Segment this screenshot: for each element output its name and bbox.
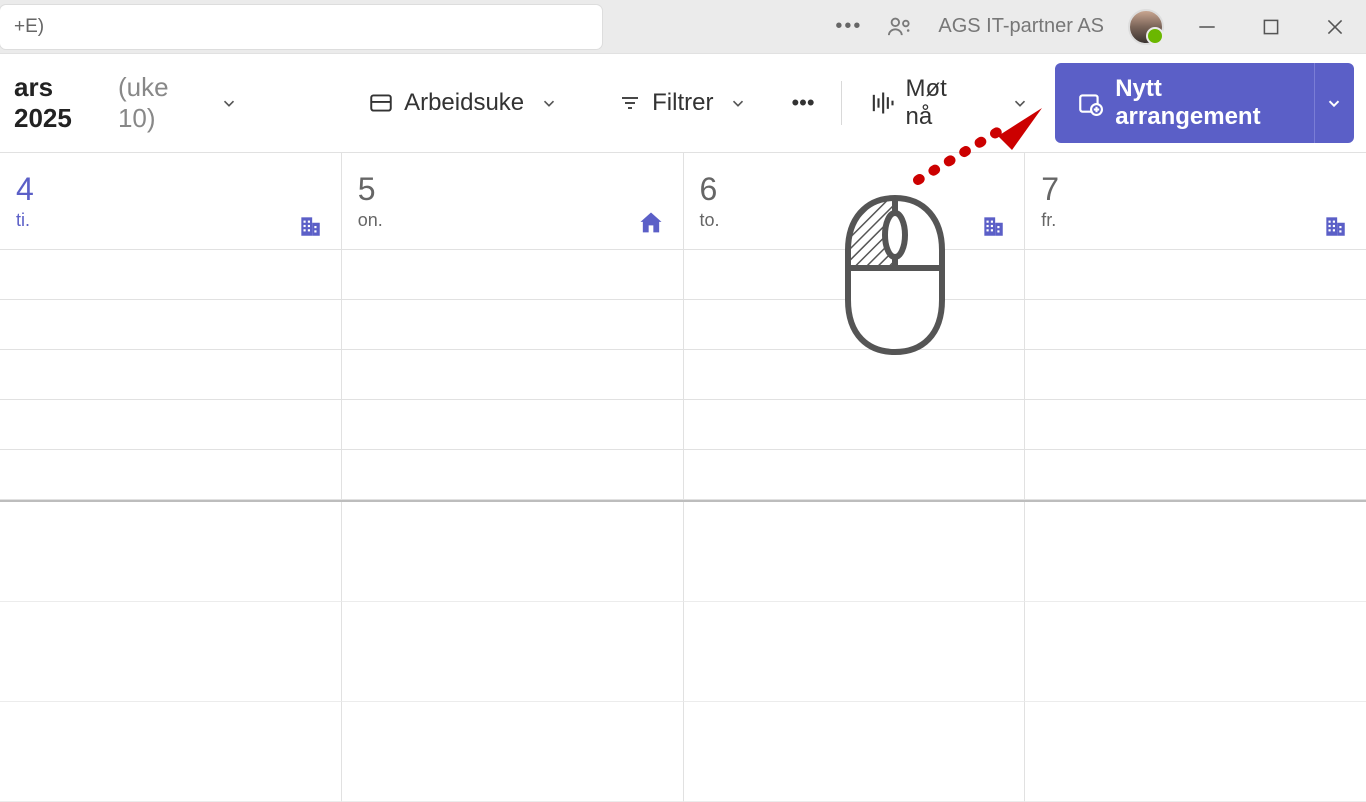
calendar-cell[interactable] xyxy=(1024,250,1366,300)
home-icon[interactable] xyxy=(637,209,665,237)
calendar-cell[interactable] xyxy=(341,300,683,350)
calendar-cell[interactable] xyxy=(0,300,341,350)
meet-now-icon xyxy=(868,89,896,117)
calendar-cell[interactable] xyxy=(683,400,1025,450)
all-day-section xyxy=(0,250,1366,500)
search-input[interactable]: +E) xyxy=(0,5,602,49)
calendar-cell[interactable] xyxy=(0,350,341,400)
day-header[interactable]: 5 on. xyxy=(341,153,683,249)
day-number: 7 xyxy=(1041,171,1350,208)
calendar-cell[interactable] xyxy=(0,400,341,450)
toolbar-divider xyxy=(841,81,842,125)
calendar-body xyxy=(0,250,1366,802)
hour-section xyxy=(0,502,1366,802)
filter-button[interactable]: Filtrer xyxy=(608,83,757,123)
calendar-cell[interactable] xyxy=(683,350,1025,400)
chevron-down-icon xyxy=(534,94,558,112)
new-event-button[interactable]: Nytt arrangement xyxy=(1055,63,1314,143)
calendar-cell[interactable] xyxy=(0,250,341,300)
window-maximize-button[interactable] xyxy=(1260,16,1286,38)
month-picker[interactable]: ars 2025 (uke 10) xyxy=(4,66,248,140)
view-label: Arbeidsuke xyxy=(404,89,524,117)
calendar-cell[interactable] xyxy=(341,400,683,450)
calendar-cell[interactable] xyxy=(0,502,341,602)
week-label: (uke 10) xyxy=(118,72,204,134)
new-event-label: Nytt arrangement xyxy=(1115,75,1292,131)
day-name: to. xyxy=(700,210,1009,231)
window-close-button[interactable] xyxy=(1324,16,1350,38)
calendar-cell[interactable] xyxy=(1024,502,1366,602)
calendar-cell[interactable] xyxy=(341,702,683,802)
meet-now-button[interactable]: Møt nå xyxy=(858,69,982,137)
day-number: 4 xyxy=(16,171,325,208)
day-header[interactable]: 7 fr. xyxy=(1024,153,1366,249)
more-options-button[interactable]: ••• xyxy=(781,84,824,122)
calendar-header-row: 4 ti. 5 on. 6 to. 7 fr. xyxy=(0,152,1366,250)
calendar-cell[interactable] xyxy=(341,450,683,500)
view-picker[interactable]: Arbeidsuke xyxy=(358,83,568,123)
new-event-dropdown[interactable] xyxy=(1314,63,1354,143)
search-placeholder: +E) xyxy=(14,16,44,38)
chevron-down-icon xyxy=(723,94,747,112)
calendar-cell[interactable] xyxy=(0,702,341,802)
window-minimize-button[interactable] xyxy=(1196,16,1222,38)
people-activity-icon[interactable] xyxy=(886,13,914,41)
building-icon[interactable] xyxy=(980,213,1006,239)
calendar-cell[interactable] xyxy=(683,300,1025,350)
meet-now-label: Møt nå xyxy=(906,75,972,131)
calendar-cell[interactable] xyxy=(1024,300,1366,350)
building-icon[interactable] xyxy=(1322,213,1348,239)
calendar-cell[interactable] xyxy=(341,602,683,702)
layout-icon xyxy=(368,90,394,116)
avatar[interactable] xyxy=(1128,9,1164,45)
calendar-cell[interactable] xyxy=(683,702,1025,802)
calendar-cell[interactable] xyxy=(683,450,1025,500)
title-bar: +E) ••• AGS IT-partner AS xyxy=(0,0,1366,54)
calendar-cell[interactable] xyxy=(1024,350,1366,400)
calendar-add-icon xyxy=(1077,90,1103,116)
day-header[interactable]: 6 to. xyxy=(683,153,1025,249)
meet-now-dropdown[interactable] xyxy=(995,88,1039,118)
month-label: ars 2025 xyxy=(14,72,108,134)
calendar-cell[interactable] xyxy=(683,250,1025,300)
calendar-cell[interactable] xyxy=(683,502,1025,602)
calendar-cell[interactable] xyxy=(0,450,341,500)
calendar-cell[interactable] xyxy=(341,502,683,602)
calendar-toolbar: ars 2025 (uke 10) Arbeidsuke Filtrer ••• xyxy=(0,54,1366,152)
calendar-cell[interactable] xyxy=(0,602,341,702)
building-icon[interactable] xyxy=(297,213,323,239)
day-header[interactable]: 4 ti. xyxy=(0,153,341,249)
calendar-cell[interactable] xyxy=(341,350,683,400)
day-number: 5 xyxy=(358,171,667,208)
calendar-cell[interactable] xyxy=(341,250,683,300)
org-name: AGS IT-partner AS xyxy=(938,15,1104,38)
calendar-cell[interactable] xyxy=(1024,602,1366,702)
day-number: 6 xyxy=(700,171,1009,208)
filter-label: Filtrer xyxy=(652,89,713,117)
calendar-cell[interactable] xyxy=(683,602,1025,702)
chevron-down-icon xyxy=(214,94,238,112)
day-name: ti. xyxy=(16,210,325,231)
calendar-cell[interactable] xyxy=(1024,450,1366,500)
more-icon[interactable]: ••• xyxy=(835,15,862,38)
day-name: fr. xyxy=(1041,210,1350,231)
calendar-cell[interactable] xyxy=(1024,702,1366,802)
calendar-cell[interactable] xyxy=(1024,400,1366,450)
filter-icon xyxy=(618,91,642,115)
day-name: on. xyxy=(358,210,667,231)
